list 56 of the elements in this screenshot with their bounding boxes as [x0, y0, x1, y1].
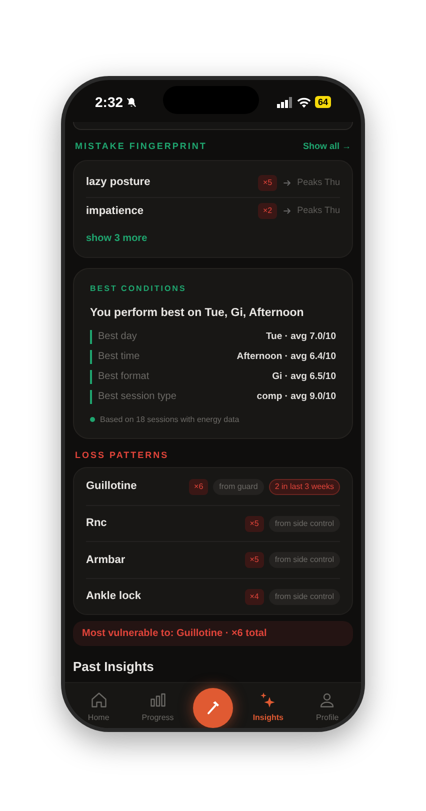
show-more-link[interactable]: show 3 more — [86, 232, 148, 244]
condition-label: Best session type — [98, 390, 178, 404]
tab-item[interactable]: Profile — [303, 691, 352, 728]
headline: You perform best on Tue, Gi, Afternoon — [90, 306, 305, 320]
wifi-icon — [296, 96, 311, 108]
submission-name: Ankle lock — [86, 589, 142, 604]
condition-label: Best day — [98, 330, 138, 344]
signal-icon — [276, 96, 293, 108]
section-title: MISTAKE FINGERPRINT — [75, 140, 207, 153]
home-icon — [90, 691, 108, 709]
accent-bar — [90, 330, 92, 344]
peak-label: Peaks Thu — [297, 176, 340, 189]
show-all-link[interactable]: Show all → — [302, 140, 351, 154]
condition-value: Tue · avg 7.0/10 — [266, 330, 336, 344]
source-tag: from side control — [268, 552, 340, 568]
source-tag: from side control — [268, 588, 340, 604]
count-badge: ×2 — [258, 203, 278, 219]
count-badge: ×5 — [244, 552, 264, 568]
condition-value: comp · avg 9.0/10 — [256, 390, 336, 404]
arrow-right-icon — [282, 178, 292, 188]
peak-label: Peaks Thu — [297, 204, 340, 218]
sparkles-icon — [259, 691, 278, 709]
bar-chart-icon — [148, 691, 167, 709]
submission-name: Guillotine — [86, 479, 138, 494]
tab-item[interactable]: Progress — [134, 691, 182, 728]
hammer-button[interactable] — [192, 688, 233, 728]
count-badge: ×5 — [244, 516, 264, 532]
tab-item[interactable]: Home — [74, 691, 123, 728]
condition-label: Best time — [98, 350, 141, 364]
accent-bar — [90, 390, 92, 404]
count-badge: ×5 — [258, 174, 278, 190]
count-badge: ×4 — [244, 588, 264, 604]
section-title: BEST CONDITIONS — [90, 282, 188, 294]
status-time: 2:32 — [95, 92, 124, 112]
submission-name: Rnc — [86, 516, 108, 532]
condition-value: Gi · avg 6.5/10 — [272, 370, 336, 384]
person-icon — [318, 691, 336, 709]
section-title: LOSS PATTERNS — [74, 448, 170, 462]
battery-indicator: 64 — [314, 96, 331, 108]
source-tag: from side control — [268, 516, 340, 532]
submission-name: Armbar — [86, 552, 126, 568]
bell-off-icon — [126, 96, 138, 108]
section-heading: Past Insights — [72, 658, 155, 676]
source-tag: from guard — [213, 478, 264, 494]
mistake-name: lazy posture — [86, 175, 152, 190]
tab-item[interactable]: Insights — [244, 691, 292, 728]
count-badge: ×6 — [189, 478, 208, 494]
summary-banner: Most vulnerable to: Guillotine · ×6 total — [73, 621, 353, 646]
condition-label: Best format — [98, 370, 150, 384]
footnote: Based on 18 sessions with energy data — [100, 414, 240, 426]
mistake-name: impatience — [86, 204, 144, 219]
accent-bar — [90, 370, 92, 384]
recent-tag: 2 in last 3 weeks — [268, 478, 340, 494]
accent-bar — [90, 350, 92, 364]
arrow-right-icon — [282, 206, 292, 216]
condition-value: Afternoon · avg 6.4/10 — [236, 350, 336, 364]
